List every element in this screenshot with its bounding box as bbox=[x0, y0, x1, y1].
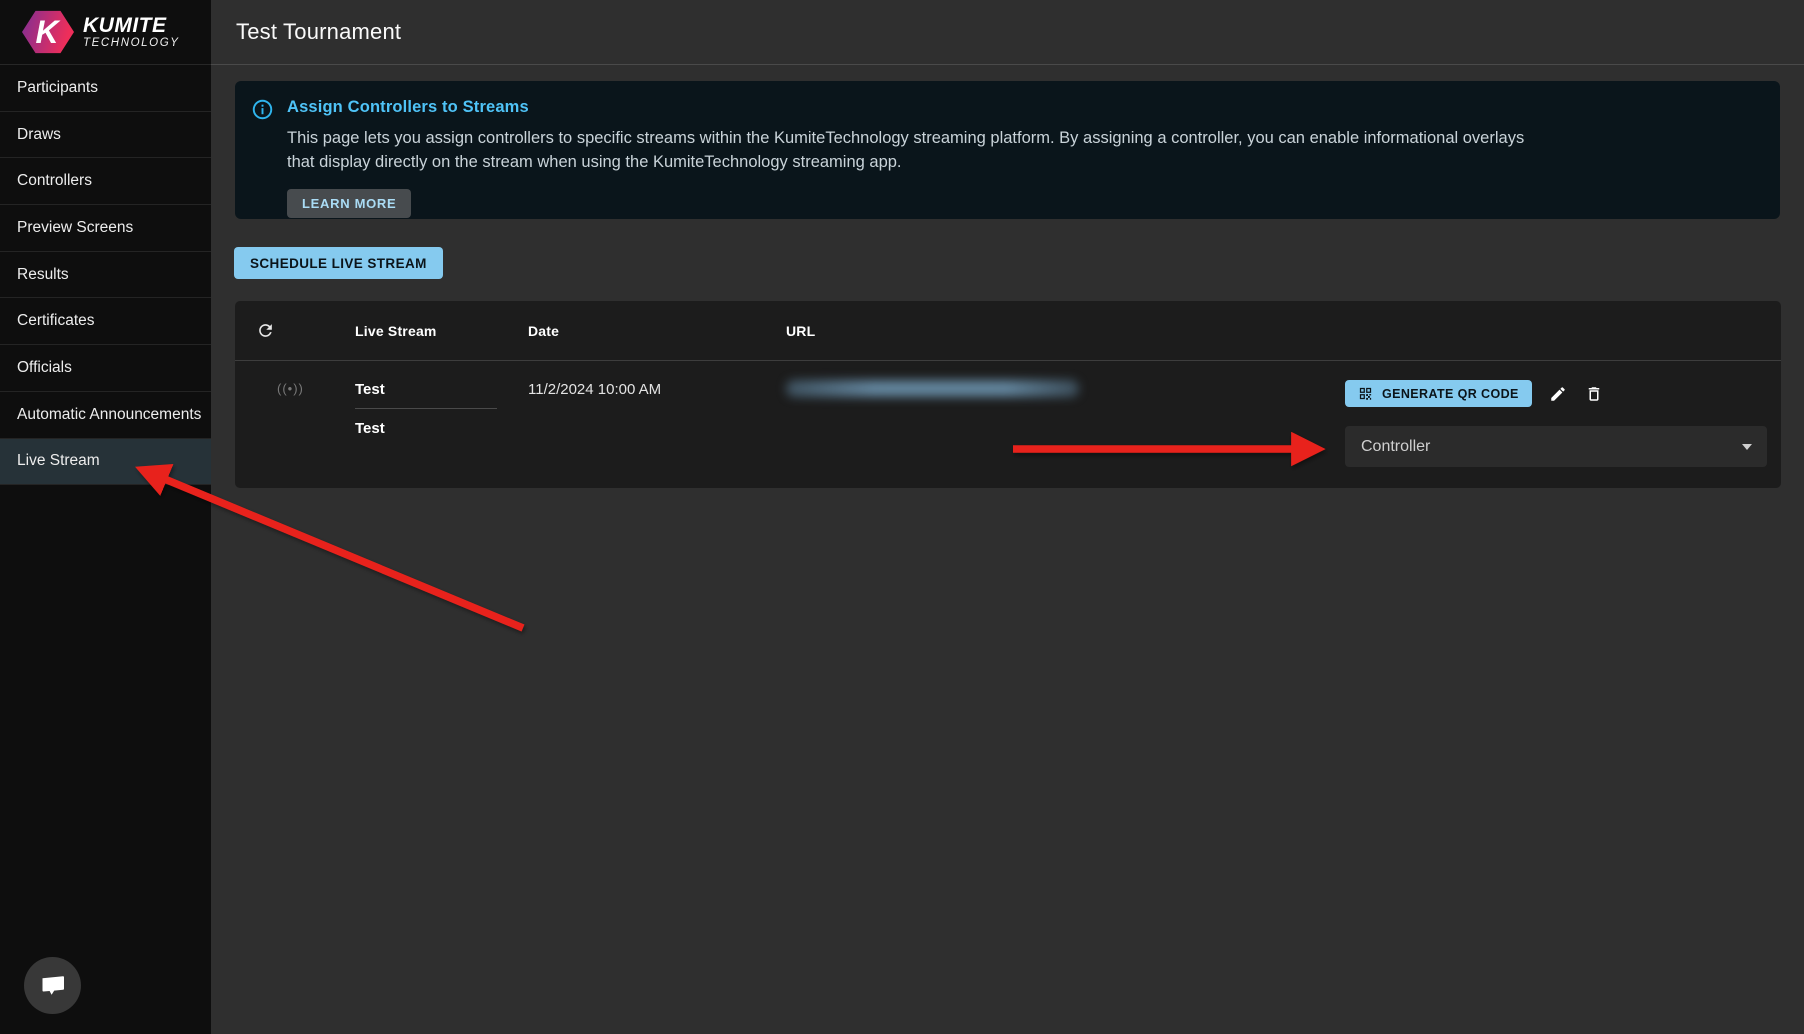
sidebar-item-participants[interactable]: Participants bbox=[0, 65, 211, 112]
sidebar-item-live-stream[interactable]: Live Stream bbox=[0, 439, 211, 486]
broadcast-icon: ((•)) bbox=[235, 361, 355, 396]
sidebar-item-label: Certificates bbox=[17, 312, 95, 330]
info-icon bbox=[252, 99, 273, 219]
column-header-live-stream: Live Stream bbox=[355, 323, 528, 339]
main-content: Assign Controllers to Streams This page … bbox=[211, 65, 1804, 1034]
stream-date: 11/2/2024 10:00 AM bbox=[528, 361, 786, 398]
edit-icon[interactable] bbox=[1549, 385, 1567, 403]
schedule-live-stream-button[interactable]: SCHEDULE LIVE STREAM bbox=[234, 247, 443, 279]
brand-name: KUMITE bbox=[83, 15, 180, 37]
table-row: ((•)) Test Test 11/2/2024 10:00 AM GENER… bbox=[235, 361, 1781, 467]
info-banner-title: Assign Controllers to Streams bbox=[287, 98, 1532, 117]
column-header-url: URL bbox=[786, 323, 1345, 339]
controller-dropdown[interactable]: Controller bbox=[1345, 426, 1767, 467]
stream-url-cell bbox=[786, 361, 1345, 397]
sidebar-item-label: Automatic Announcements bbox=[17, 406, 201, 424]
brand-text: KUMITE TECHNOLOGY bbox=[83, 15, 180, 49]
info-banner-content: Assign Controllers to Streams This page … bbox=[287, 98, 1532, 219]
chat-widget-button[interactable] bbox=[24, 957, 81, 1014]
sidebar-item-label: Live Stream bbox=[17, 452, 100, 470]
sidebar: K KUMITE TECHNOLOGY Participants Draws C… bbox=[0, 0, 211, 1034]
divider bbox=[355, 408, 497, 409]
info-banner-description: This page lets you assign controllers to… bbox=[287, 126, 1532, 174]
live-streams-table: Live Stream Date URL ((•)) Test Test 11/… bbox=[235, 301, 1781, 488]
table-header-row: Live Stream Date URL bbox=[235, 301, 1781, 361]
page-title: Test Tournament bbox=[236, 19, 401, 45]
sidebar-item-certificates[interactable]: Certificates bbox=[0, 298, 211, 345]
learn-more-button[interactable]: LEARN MORE bbox=[287, 189, 411, 218]
sidebar-item-draws[interactable]: Draws bbox=[0, 112, 211, 159]
controller-dropdown-label: Controller bbox=[1361, 438, 1430, 456]
row-actions: GENERATE QR CODE Controller bbox=[1345, 361, 1781, 467]
sidebar-item-label: Preview Screens bbox=[17, 219, 133, 237]
sidebar-item-label: Officials bbox=[17, 359, 72, 377]
info-banner: Assign Controllers to Streams This page … bbox=[235, 81, 1780, 219]
chevron-down-icon bbox=[1742, 444, 1752, 450]
stream-url-redacted[interactable] bbox=[786, 380, 1079, 397]
column-header-date: Date bbox=[528, 323, 786, 339]
brand-letter: K bbox=[35, 16, 58, 48]
generate-qr-code-label: GENERATE QR CODE bbox=[1382, 387, 1519, 401]
sidebar-item-results[interactable]: Results bbox=[0, 252, 211, 299]
sidebar-item-controllers[interactable]: Controllers bbox=[0, 158, 211, 205]
generate-qr-code-button[interactable]: GENERATE QR CODE bbox=[1345, 380, 1532, 407]
sidebar-item-officials[interactable]: Officials bbox=[0, 345, 211, 392]
brand-subname: TECHNOLOGY bbox=[83, 37, 180, 49]
sidebar-item-label: Results bbox=[17, 266, 69, 284]
sidebar-item-label: Draws bbox=[17, 126, 61, 144]
stream-name-cell: Test Test bbox=[355, 361, 528, 438]
refresh-icon[interactable] bbox=[256, 321, 275, 340]
logo[interactable]: K KUMITE TECHNOLOGY bbox=[0, 0, 211, 65]
stream-name: Test bbox=[355, 381, 528, 399]
qr-code-icon bbox=[1358, 386, 1373, 401]
sidebar-item-preview-screens[interactable]: Preview Screens bbox=[0, 205, 211, 252]
brand-hexagon-icon: K bbox=[22, 9, 74, 55]
sidebar-item-automatic-announcements[interactable]: Automatic Announcements bbox=[0, 392, 211, 439]
stream-subtitle: Test bbox=[355, 420, 528, 438]
delete-icon[interactable] bbox=[1585, 385, 1603, 403]
sidebar-item-label: Participants bbox=[17, 79, 98, 97]
top-bar: Test Tournament bbox=[211, 0, 1804, 65]
sidebar-item-label: Controllers bbox=[17, 172, 92, 190]
chat-bubble-icon bbox=[38, 972, 68, 999]
